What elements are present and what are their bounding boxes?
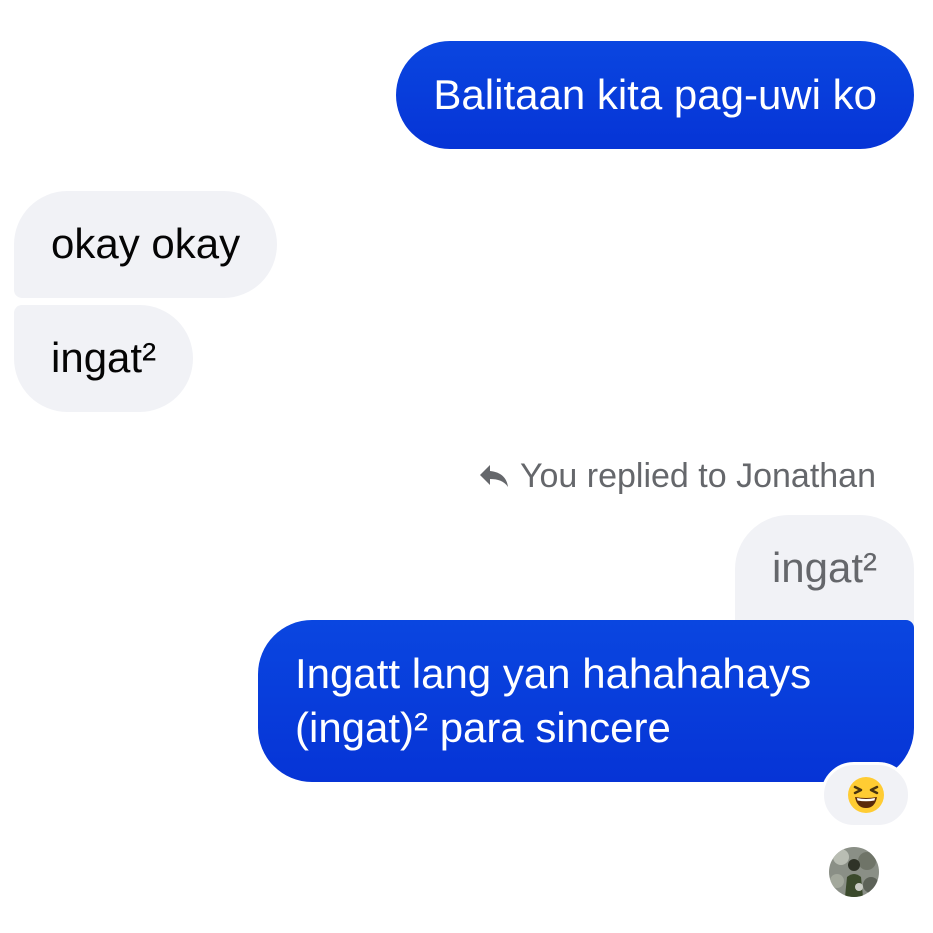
reply-arrow-icon xyxy=(479,465,508,487)
reply-context-label: You replied to Jonathan xyxy=(478,456,876,496)
seen-avatar xyxy=(829,847,879,897)
reply-context-text: You replied to Jonathan xyxy=(519,457,876,495)
avatar-photo xyxy=(829,847,879,897)
message-text: okay okay xyxy=(51,220,241,267)
message-text: ingat² xyxy=(51,334,157,381)
incoming-message-bubble[interactable]: okay okay xyxy=(14,191,278,298)
message-reaction[interactable] xyxy=(821,762,911,828)
message-text: Ingatt lang yan hahahahays (ingat)² para… xyxy=(295,650,812,751)
laughing-emoji-icon xyxy=(848,777,884,813)
message-text: Balitaan kita pag-uwi ko xyxy=(433,71,877,118)
incoming-message-bubble[interactable]: ingat² xyxy=(14,305,194,412)
outgoing-message-bubble[interactable]: Balitaan kita pag-uwi ko xyxy=(396,41,914,149)
quoted-message-text: ingat² xyxy=(771,544,877,591)
outgoing-reply-message-bubble[interactable]: Ingatt lang yan hahahahays (ingat)² para… xyxy=(258,620,914,782)
